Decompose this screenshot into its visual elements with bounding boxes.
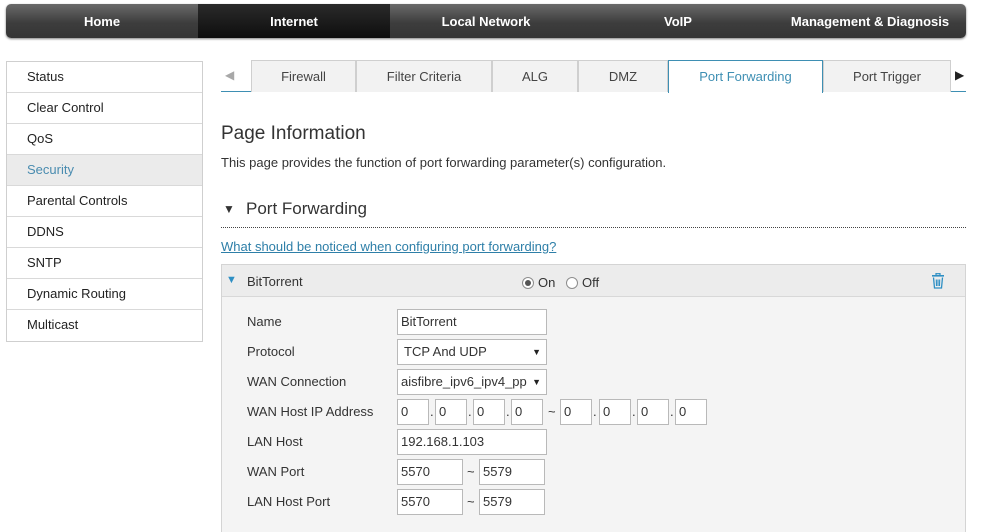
sidebar-item-clear-control[interactable]: Clear Control [7, 93, 202, 124]
tab-alg[interactable]: ALG [492, 60, 578, 92]
row-wan-host-ip: WAN Host IP Address 0 . 0 . 0 . 0 ~ 0 . … [247, 399, 967, 425]
rule-expand-triangle-icon[interactable]: ▼ [226, 274, 237, 286]
row-wan-connection: WAN Connection aisfibre_ipv6_ipv4_pp ▼ [247, 369, 947, 395]
octet-separator: . [670, 404, 674, 419]
wan-ip-end-octet-3[interactable]: 0 [637, 399, 669, 425]
wan-host-ip-label: WAN Host IP Address [247, 404, 374, 419]
wan-port-start-input[interactable]: 5570 [397, 459, 463, 485]
radio-on-label: On [538, 275, 556, 290]
row-lan-host: LAN Host 192.168.1.103 [247, 429, 947, 455]
sidebar-item-qos[interactable]: QoS [7, 124, 202, 155]
row-lan-host-port: LAN Host Port 5570 ~ 5579 [247, 489, 947, 515]
name-label: Name [247, 314, 282, 329]
chevron-down-icon: ▼ [532, 347, 541, 357]
triangle-right-icon[interactable]: ▶ [955, 68, 964, 82]
wan-ip-start-octet-4[interactable]: 0 [511, 399, 543, 425]
radio-off-button[interactable] [566, 276, 578, 289]
radio-off-label: Off [582, 275, 600, 290]
nav-home[interactable]: Home [6, 4, 198, 38]
range-separator: ~ [467, 464, 475, 479]
wan-ip-start-octet-3[interactable]: 0 [473, 399, 505, 425]
wan-connection-label: WAN Connection [247, 374, 347, 389]
page-title: Page Information [221, 123, 366, 144]
octet-separator: . [506, 404, 510, 419]
nav-management-diagnosis[interactable]: Management & Diagnosis [774, 4, 966, 38]
row-name: Name BitTorrent [247, 309, 947, 335]
name-input[interactable]: BitTorrent [397, 309, 547, 335]
sidebar-item-security[interactable]: Security [7, 155, 202, 186]
lan-host-port-label: LAN Host Port [247, 494, 331, 509]
port-forwarding-rule-panel: ▼ BitTorrent On Off Name BitTorrent Prot… [221, 264, 966, 532]
notice-help-link[interactable]: What should be noticed when configuring … [221, 239, 556, 254]
octet-separator: . [593, 404, 597, 419]
protocol-label: Protocol [247, 344, 295, 359]
wan-port-end-input[interactable]: 5579 [479, 459, 545, 485]
octet-separator: . [632, 404, 636, 419]
page-description: This page provides the function of port … [221, 155, 667, 170]
triangle-left-icon[interactable]: ◀ [225, 68, 234, 82]
range-separator: ~ [467, 494, 475, 509]
lan-host-label: LAN Host [247, 434, 303, 449]
rule-header[interactable]: ▼ BitTorrent On Off [222, 265, 965, 297]
sidebar-item-sntp[interactable]: SNTP [7, 248, 202, 279]
radio-off[interactable]: Off [566, 275, 599, 290]
lan-host-port-end-input[interactable]: 5579 [479, 489, 545, 515]
tab-port-forwarding[interactable]: Port Forwarding [668, 60, 823, 93]
sidebar: Status Clear Control QoS Security Parent… [6, 61, 203, 342]
row-wan-port: WAN Port 5570 ~ 5579 [247, 459, 947, 485]
collapse-triangle-icon[interactable]: ▼ [223, 202, 235, 216]
lan-host-port-start-input[interactable]: 5570 [397, 489, 463, 515]
sidebar-item-multicast[interactable]: Multicast [7, 310, 202, 341]
sidebar-item-status[interactable]: Status [7, 62, 202, 93]
wan-ip-start-octet-2[interactable]: 0 [435, 399, 467, 425]
rule-name-label: BitTorrent [247, 274, 303, 289]
radio-on-button[interactable] [522, 276, 534, 289]
sidebar-item-dynamic-routing[interactable]: Dynamic Routing [7, 279, 202, 310]
sidebar-item-parental-controls[interactable]: Parental Controls [7, 186, 202, 217]
wan-ip-end-octet-4[interactable]: 0 [675, 399, 707, 425]
tab-dmz[interactable]: DMZ [578, 60, 668, 92]
tab-filter-criteria[interactable]: Filter Criteria [356, 60, 492, 92]
nav-internet[interactable]: Internet [198, 4, 390, 38]
protocol-value: TCP And UDP [404, 344, 487, 359]
lan-host-input[interactable]: 192.168.1.103 [397, 429, 547, 455]
wan-connection-select[interactable]: aisfibre_ipv6_ipv4_pp ▼ [397, 369, 547, 395]
range-separator: ~ [548, 404, 556, 419]
section-header[interactable]: ▼ Port Forwarding [221, 198, 966, 228]
chevron-down-icon: ▼ [532, 377, 541, 387]
trash-icon[interactable] [931, 273, 945, 289]
protocol-select[interactable]: TCP And UDP ▼ [397, 339, 547, 365]
section-title: Port Forwarding [246, 199, 367, 218]
row-protocol: Protocol TCP And UDP ▼ [247, 339, 947, 365]
tab-bar: ◀ Firewall Filter Criteria ALG DMZ Port … [221, 60, 966, 93]
wan-ip-end-octet-2[interactable]: 0 [599, 399, 631, 425]
wan-port-label: WAN Port [247, 464, 305, 479]
nav-voip[interactable]: VoIP [582, 4, 774, 38]
sidebar-item-ddns[interactable]: DDNS [7, 217, 202, 248]
tab-port-trigger[interactable]: Port Trigger [823, 60, 951, 92]
wan-ip-start-octet-1[interactable]: 0 [397, 399, 429, 425]
wan-ip-end-octet-1[interactable]: 0 [560, 399, 592, 425]
wan-connection-value: aisfibre_ipv6_ipv4_pp [401, 374, 527, 389]
radio-on[interactable]: On [522, 275, 555, 290]
octet-separator: . [430, 404, 434, 419]
nav-local-network[interactable]: Local Network [390, 4, 582, 38]
tab-firewall[interactable]: Firewall [251, 60, 356, 92]
top-navigation: Home Internet Local Network VoIP Managem… [6, 4, 966, 38]
octet-separator: . [468, 404, 472, 419]
